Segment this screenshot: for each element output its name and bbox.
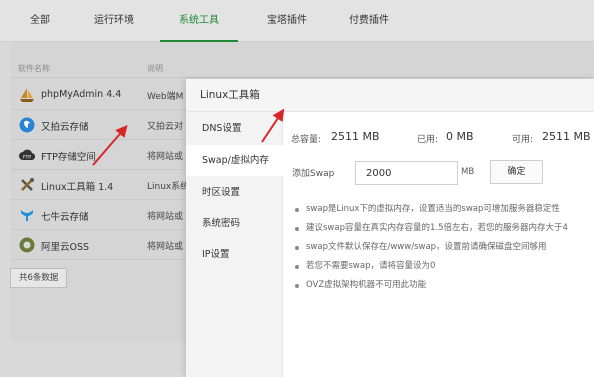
tab-paid-plugins[interactable]: 付费插件 [338,0,400,42]
dialog-title: Linux工具箱 [186,79,594,112]
software-name: 又拍云存储 [41,122,89,133]
software-name: phpMyAdmin 4.4 [41,89,122,100]
list-item: OVZ虚拟架构机器不可用此功能 [294,276,594,295]
tab-bt-plugins[interactable]: 宝塔插件 [256,0,318,42]
add-swap-label: 添加Swap [292,169,335,179]
category-tabs: 全部 运行环境 系统工具 宝塔插件 付费插件 [0,0,594,42]
upyun-icon [19,117,35,133]
nav-swap[interactable]: Swap/虚拟内存 [186,145,284,176]
software-desc: Linux系统 [147,182,190,192]
software-desc: 将网站或 [147,212,184,222]
software-desc: 将网站或 [147,152,184,162]
ftp-icon: FTP [19,147,36,163]
software-desc: 将网站或 [147,242,184,252]
software-name: FTP存储空间 [41,152,96,163]
dialog-sidebar: DNS设置 Swap/虚拟内存 时区设置 系统密码 IP设置 [186,112,284,377]
sailboat-icon [19,87,35,103]
total-count: 共6条数据 [10,268,68,288]
nav-timezone[interactable]: 时区设置 [186,177,283,208]
list-item: 建议swap容量在真实内存容量的1.5倍左右，若您的服务器内存大于4 [294,219,594,238]
swap-notes: swap是Linux下的虚拟内存，设置适当的swap可增加服务器稳定性 建议sw… [294,200,594,295]
qiniu-icon [19,207,35,223]
column-name-header: 软件名称 [18,64,50,73]
software-name: 七牛云存储 [41,212,89,223]
column-desc-header: 说明 [147,64,163,73]
swap-unit: MB [461,167,475,177]
tab-runtime[interactable]: 运行环境 [84,0,144,42]
nav-system-password[interactable]: 系统密码 [186,208,283,239]
tools-icon [19,177,35,193]
list-item: swap是Linux下的虚拟内存，设置适当的swap可增加服务器稳定性 [294,200,594,219]
available-value: 2511 MB [542,130,591,143]
used-value: 0 MB [446,130,474,143]
software-desc: 又拍云对 [147,122,184,132]
software-name: Linux工具箱 1.4 [41,182,114,193]
aliyun-icon [19,237,35,253]
available-label: 可用: [512,135,534,145]
tab-all[interactable]: 全部 [20,0,60,42]
total-capacity-value: 2511 MB [331,130,380,143]
nav-ip-settings[interactable]: IP设置 [186,239,283,270]
list-item: swap文件默认保存在/www/swap，设置前请确保磁盘空间够用 [294,238,594,257]
svg-text:FTP: FTP [23,155,31,161]
software-desc: Web端M [147,92,184,102]
nav-dns-settings[interactable]: DNS设置 [186,113,283,144]
tab-system-tools[interactable]: 系统工具 [160,0,238,42]
software-name: 阿里云OSS [41,242,90,253]
table-header: 软件名称 说明 [10,58,594,78]
total-capacity-label: 总容量: [291,135,322,145]
swap-size-input[interactable] [355,161,458,185]
confirm-button[interactable]: 确定 [490,160,543,184]
used-label: 已用: [417,135,439,145]
list-item: 若您不需要swap，请将容量设为0 [294,257,594,276]
